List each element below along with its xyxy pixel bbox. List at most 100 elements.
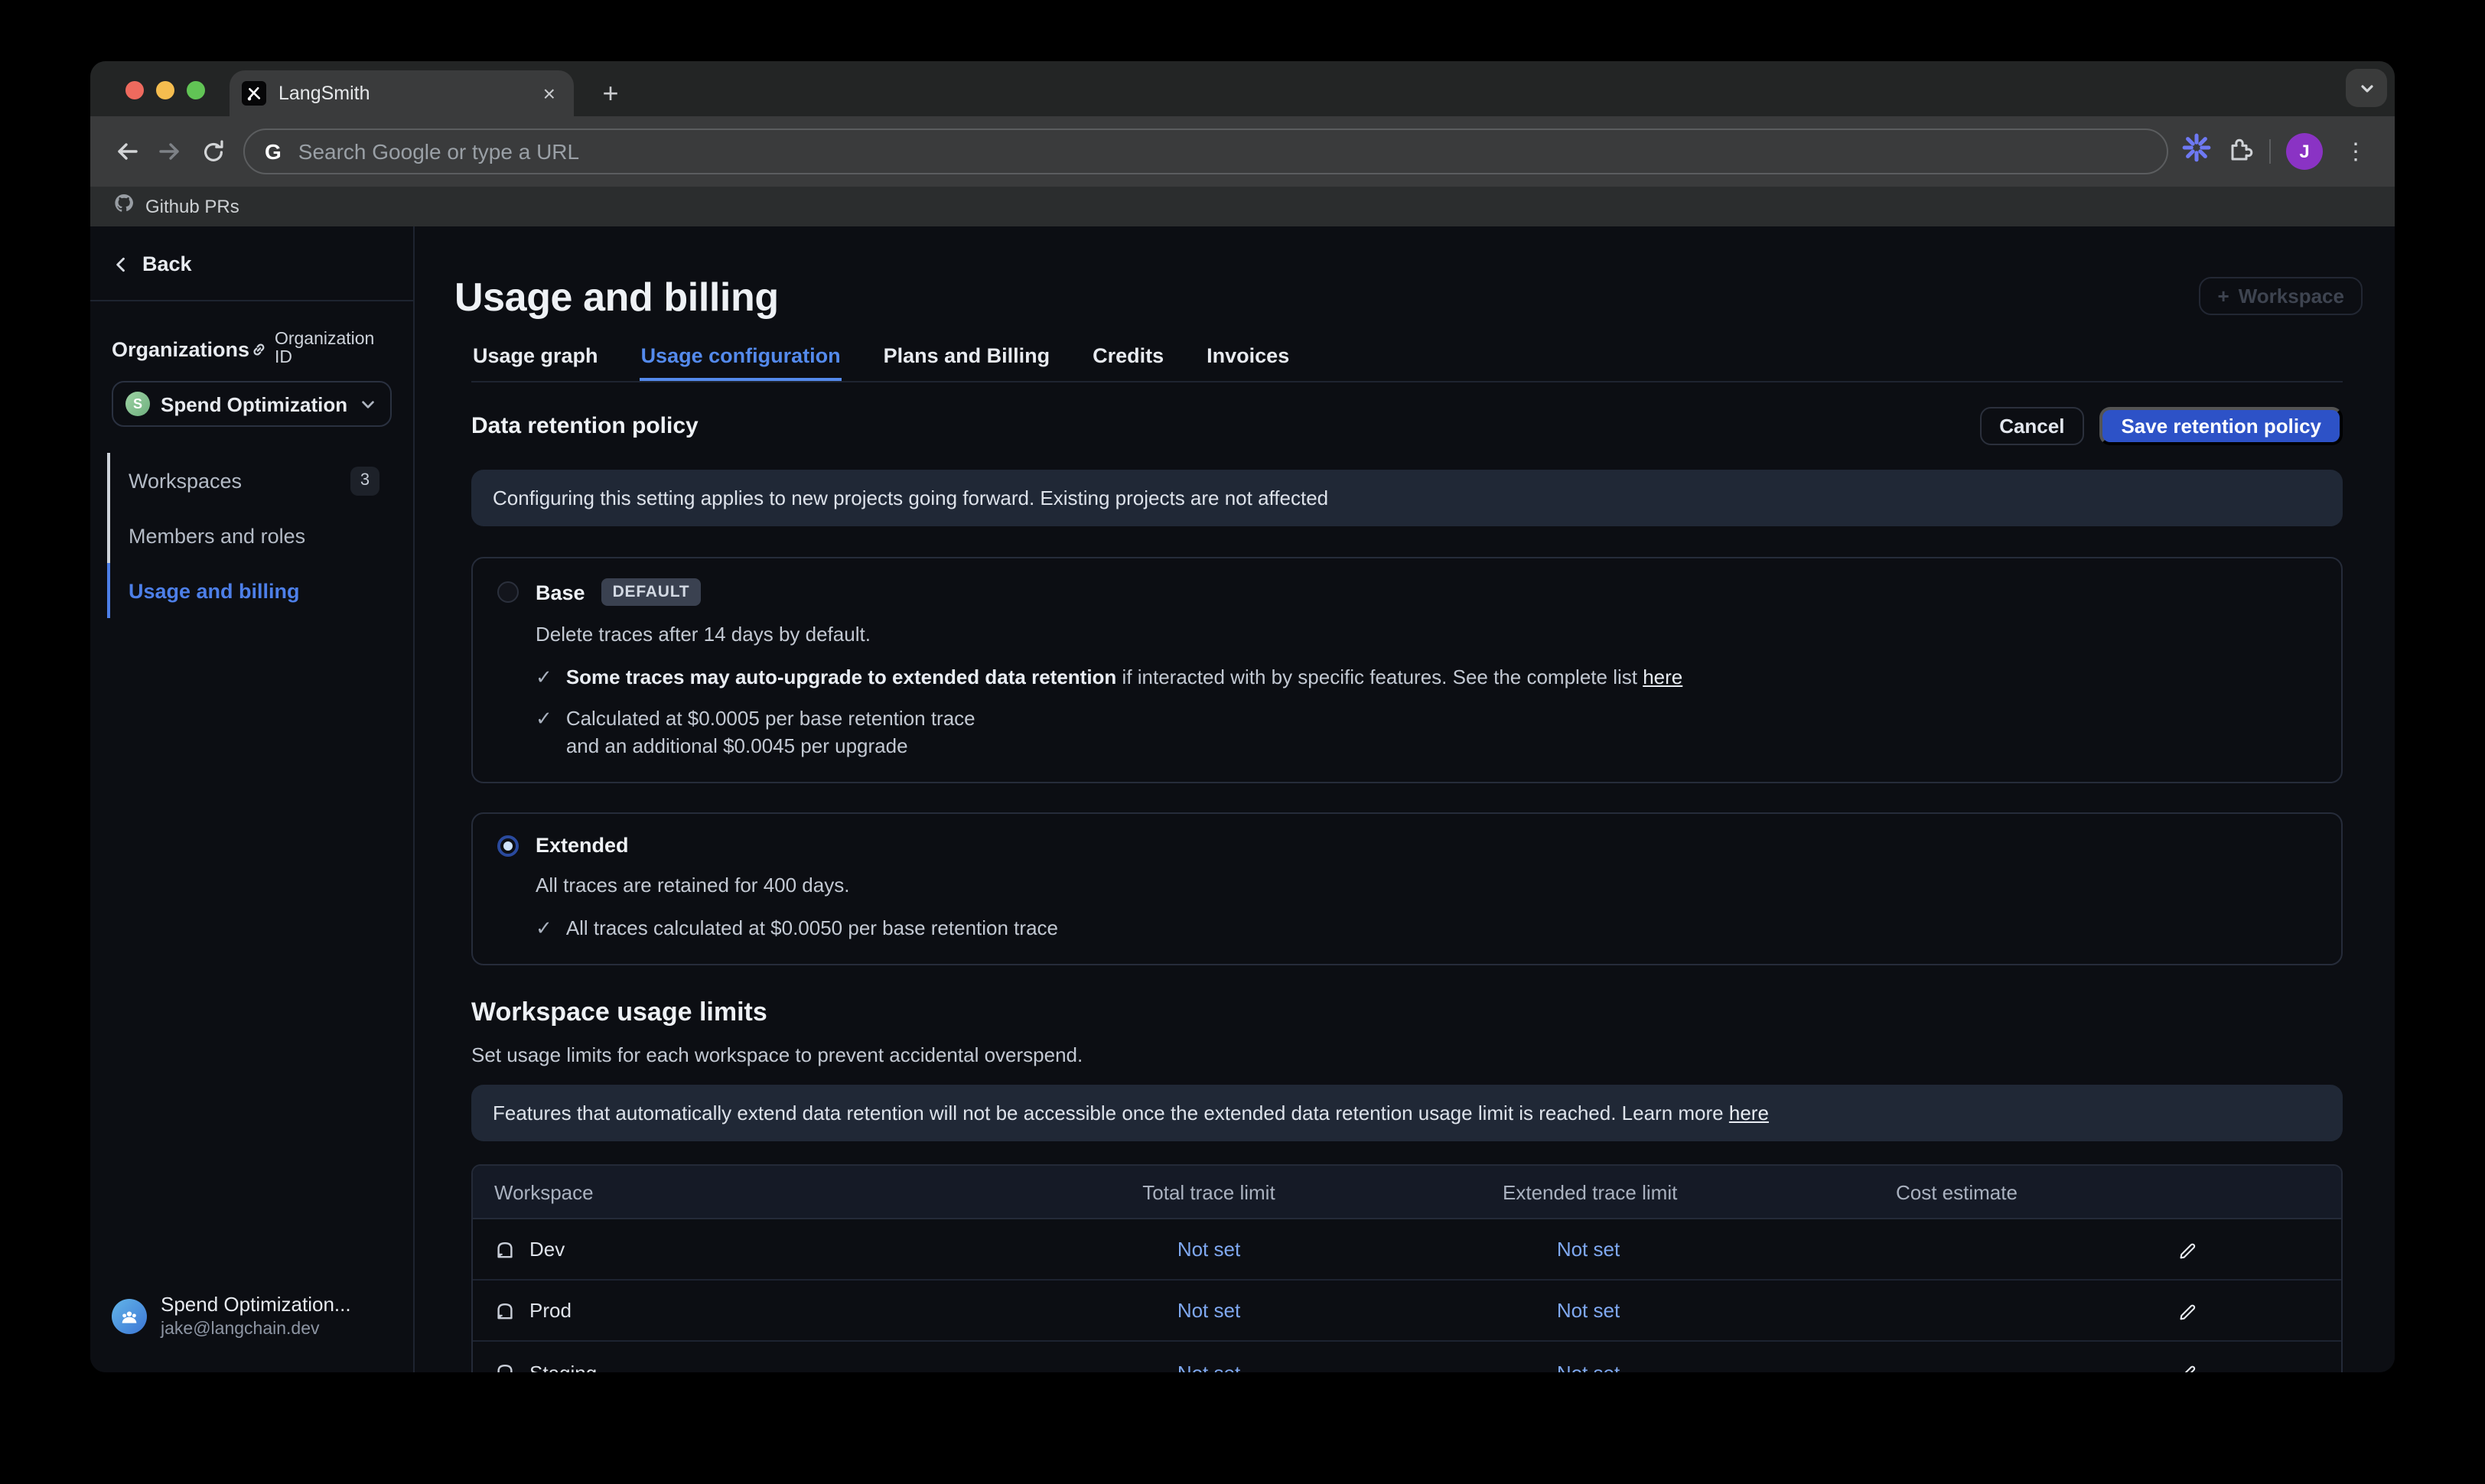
col-workspace: Workspace — [473, 1181, 1142, 1204]
cancel-button[interactable]: Cancel — [1979, 407, 2084, 445]
extended-limit-link[interactable]: Not set — [1503, 1238, 1674, 1261]
back-icon[interactable] — [106, 130, 148, 173]
github-octocat-icon — [113, 192, 135, 221]
bookmark-github-prs[interactable]: Github PRs — [145, 196, 239, 217]
workspace-icon — [494, 1362, 516, 1372]
organizations-label: Organizations — [112, 337, 249, 360]
extended-limit-link[interactable]: Not set — [1503, 1300, 1674, 1323]
edit-pencil-icon[interactable] — [2168, 1230, 2208, 1270]
new-tab-button[interactable]: + — [591, 73, 630, 113]
zoom-window-button[interactable] — [187, 81, 205, 99]
billing-tabs: Usage graph Usage configuration Plans an… — [471, 344, 2343, 382]
learn-more-link[interactable]: here — [1729, 1102, 1769, 1125]
chevron-down-icon — [360, 395, 376, 412]
close-window-button[interactable] — [125, 81, 144, 99]
check-icon: ✓ — [536, 663, 552, 690]
main-content: Usage and billing + Workspace Usage grap… — [415, 226, 2395, 1372]
page-title: Usage and billing — [454, 274, 2343, 321]
browser-toolbar: G J ⋮ — [90, 116, 2395, 187]
sidebar-nav: Workspaces 3 Members and roles Usage and… — [107, 453, 392, 618]
back-link[interactable]: Back — [112, 252, 192, 275]
base-title: Base — [536, 581, 585, 604]
sidebar-item-usage-and-billing[interactable]: Usage and billing — [107, 563, 392, 618]
default-badge: DEFAULT — [602, 578, 701, 606]
retention-info-banner: Configuring this setting applies to new … — [471, 470, 2343, 526]
tab-usage-graph[interactable]: Usage graph — [471, 344, 600, 381]
base-radio[interactable] — [497, 581, 519, 603]
col-cost-estimate: Cost estimate — [1896, 1181, 2165, 1204]
chevron-left-icon — [112, 255, 130, 273]
window-controls — [125, 81, 205, 99]
table-header: Workspace Total trace limit Extended tra… — [473, 1167, 2341, 1220]
tab-search-button[interactable] — [2346, 69, 2387, 107]
total-limit-link[interactable]: Not set — [1142, 1300, 1276, 1323]
base-description: Delete traces after 14 days by default. — [536, 621, 2317, 648]
limits-heading: Workspace usage limits — [471, 998, 2343, 1029]
tab-close-icon[interactable]: × — [539, 81, 560, 106]
edit-pencil-icon[interactable] — [2168, 1353, 2208, 1372]
save-retention-policy-button[interactable]: Save retention policy — [2099, 407, 2343, 445]
browser-tabstrip: LangSmith × + — [90, 61, 2395, 116]
col-total-trace-limit: Total trace limit — [1142, 1181, 1276, 1204]
extended-title: Extended — [536, 834, 629, 857]
retention-option-extended: Extended All traces are retained for 400… — [471, 812, 2343, 965]
toolbar-actions: J ⋮ — [2182, 133, 2379, 170]
back-label: Back — [142, 252, 192, 275]
org-avatar: S — [125, 392, 150, 416]
extension-starburst-icon[interactable] — [2182, 133, 2211, 170]
tab-plans-and-billing[interactable]: Plans and Billing — [882, 344, 1052, 381]
desktop: LangSmith × + G — [0, 0, 2485, 1484]
browser-window: LangSmith × + G — [90, 61, 2395, 1372]
base-point-2: Calculated at $0.0005 per base retention… — [566, 705, 975, 759]
user-account[interactable]: Spend Optimization... jake@langchain.dev — [112, 1294, 351, 1340]
table-row-dev: Dev Not set Not set — [473, 1220, 2341, 1281]
extended-limit-link[interactable]: Not set — [1503, 1362, 1674, 1372]
col-extended-trace-limit: Extended trace limit — [1503, 1181, 1677, 1204]
organization-selector[interactable]: S Spend Optimization Tu... — [112, 381, 392, 427]
workspace-name: Dev — [529, 1238, 565, 1261]
sidebar-divider — [90, 300, 413, 301]
url-bar[interactable]: G — [243, 129, 2168, 174]
total-limit-link[interactable]: Not set — [1142, 1362, 1276, 1372]
workspace-limits-table: Workspace Total trace limit Extended tra… — [471, 1165, 2343, 1372]
team-avatar — [112, 1299, 147, 1334]
tab-credits[interactable]: Credits — [1091, 344, 1165, 381]
forward-icon[interactable] — [148, 130, 191, 173]
check-icon: ✓ — [536, 914, 552, 941]
tab-title: LangSmith — [278, 83, 526, 104]
table-row-prod: Prod Not set Not set — [473, 1281, 2341, 1342]
table-row-staging: Staging Not set Not set — [473, 1342, 2341, 1372]
user-name: Spend Optimization... — [161, 1294, 351, 1319]
limits-description: Set usage limits for each workspace to p… — [471, 1044, 2343, 1067]
check-icon: ✓ — [536, 705, 552, 759]
minimize-window-button[interactable] — [156, 81, 174, 99]
browser-tab-langsmith[interactable]: LangSmith × — [230, 70, 574, 116]
org-selector-value: Spend Optimization Tu... — [161, 392, 349, 415]
extensions-puzzle-icon[interactable] — [2226, 134, 2254, 169]
organization-id-link[interactable]: Organization ID — [249, 330, 392, 367]
link-icon — [249, 339, 269, 359]
total-limit-link[interactable]: Not set — [1142, 1238, 1276, 1261]
sidebar: Back Organizations Organization ID S Spe… — [90, 226, 415, 1372]
base-point-1: Some traces may auto-upgrade to extended… — [566, 663, 1682, 690]
reload-icon[interactable] — [191, 130, 234, 173]
user-email: jake@langchain.dev — [161, 1318, 351, 1340]
profile-avatar[interactable]: J — [2286, 133, 2323, 170]
extended-description: All traces are retained for 400 days. — [536, 872, 2317, 899]
tab-usage-configuration[interactable]: Usage configuration — [640, 344, 842, 381]
limits-info-banner: Features that automatically extend data … — [471, 1085, 2343, 1142]
extended-point-1: All traces calculated at $0.0050 per bas… — [566, 914, 1058, 941]
sidebar-item-workspaces[interactable]: Workspaces 3 — [107, 453, 392, 508]
edit-pencil-icon[interactable] — [2168, 1291, 2208, 1331]
workspace-icon — [494, 1239, 516, 1261]
workspace-icon — [494, 1300, 516, 1322]
extended-radio-selected[interactable] — [497, 835, 519, 856]
url-input[interactable] — [298, 139, 2147, 164]
complete-list-link[interactable]: here — [1643, 665, 1682, 688]
browser-menu-icon[interactable]: ⋮ — [2338, 138, 2373, 165]
google-icon: G — [265, 139, 282, 164]
add-workspace-button[interactable]: + Workspace — [2200, 277, 2363, 315]
workspaces-count-badge: 3 — [350, 466, 379, 495]
tab-invoices[interactable]: Invoices — [1205, 344, 1291, 381]
sidebar-item-members-and-roles[interactable]: Members and roles — [107, 508, 392, 563]
